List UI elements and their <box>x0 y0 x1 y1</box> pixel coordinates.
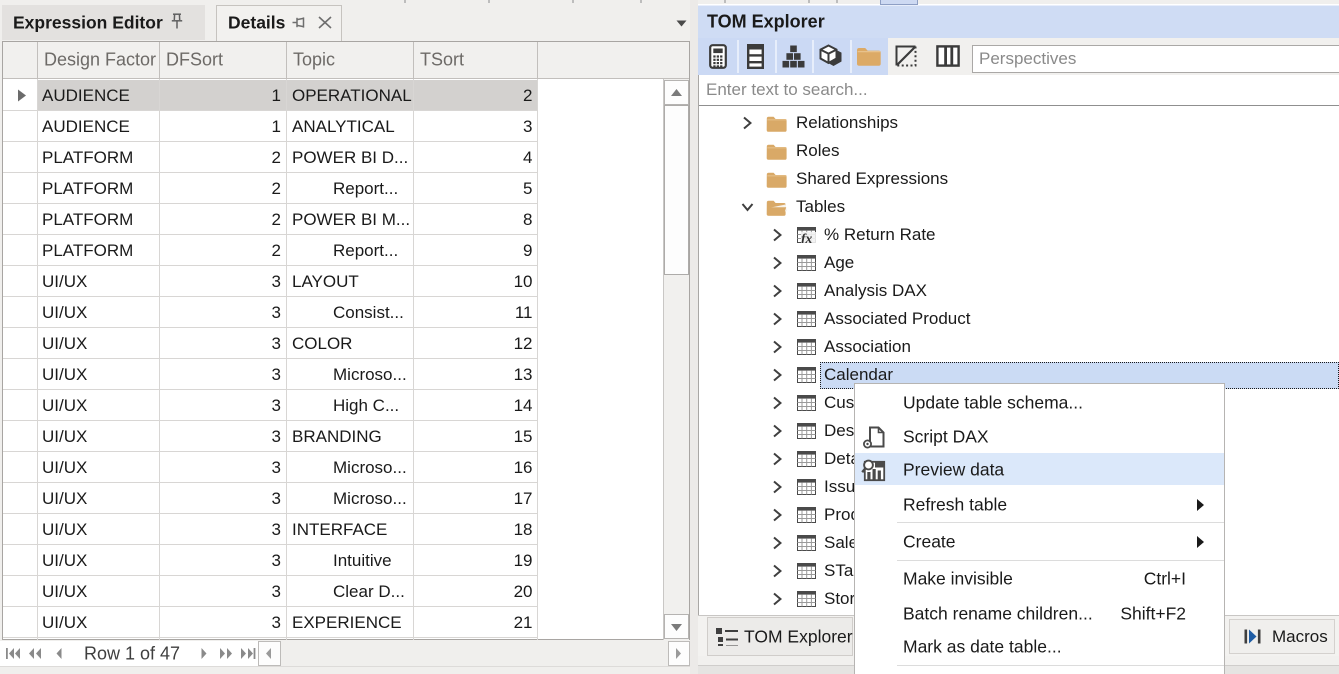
svg-text:fx: fx <box>801 231 812 243</box>
